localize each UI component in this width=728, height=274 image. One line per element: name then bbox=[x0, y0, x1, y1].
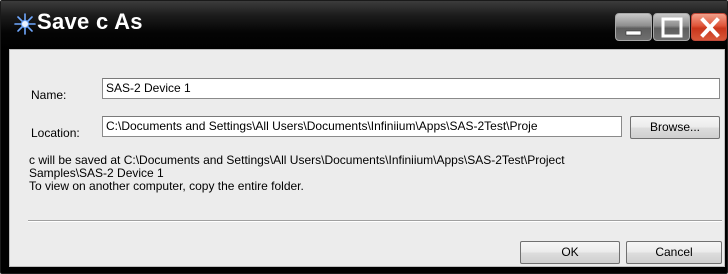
title-bar[interactable]: Save c As bbox=[1, 1, 727, 49]
browse-button[interactable]: Browse... bbox=[630, 116, 720, 139]
save-as-dialog: Save c As Name: SAS-2 Device 1 Location:… bbox=[0, 0, 728, 274]
name-field[interactable]: SAS-2 Device 1 bbox=[102, 78, 720, 99]
name-label: Name: bbox=[31, 88, 67, 102]
minimize-button[interactable] bbox=[615, 13, 652, 41]
info-line-3: To view on another computer, copy the en… bbox=[29, 179, 304, 193]
maximize-button[interactable] bbox=[653, 13, 690, 41]
location-label: Location: bbox=[31, 126, 80, 140]
close-icon bbox=[700, 17, 720, 38]
app-icon bbox=[14, 13, 36, 35]
ok-button[interactable]: OK bbox=[520, 241, 620, 264]
cancel-button[interactable]: Cancel bbox=[626, 241, 722, 264]
close-button[interactable] bbox=[691, 13, 727, 41]
dialog-body: Name: SAS-2 Device 1 Location: C:\Docume… bbox=[9, 49, 725, 267]
location-field[interactable]: C:\Documents and Settings\All Users\Docu… bbox=[102, 116, 622, 137]
maximize-icon bbox=[661, 17, 683, 38]
minimize-icon bbox=[625, 30, 642, 36]
save-location-info: c will be saved at C:\Documents and Sett… bbox=[29, 154, 709, 193]
divider bbox=[28, 220, 722, 222]
window-title: Save c As bbox=[37, 9, 143, 34]
